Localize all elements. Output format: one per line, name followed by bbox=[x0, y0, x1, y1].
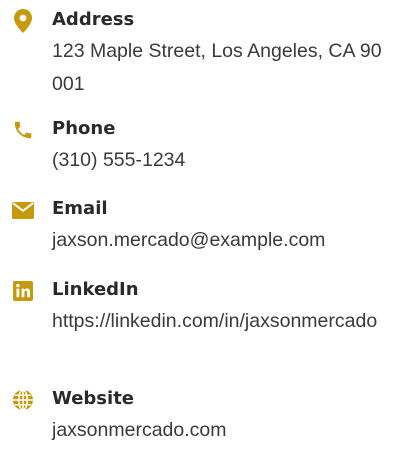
linkedin-label: LinkedIn bbox=[52, 279, 139, 300]
globe-icon bbox=[10, 387, 36, 413]
contact-item-linkedin: LinkedIn https://linkedin.com/in/jaxsonm… bbox=[10, 278, 405, 368]
map-marker-icon bbox=[10, 8, 36, 34]
contact-item-phone: Phone (310) 555-1234 bbox=[10, 117, 405, 177]
website-value[interactable]: jaxsonmercado.com bbox=[52, 414, 392, 447]
contact-item-website: Website jaxsonmercado.com bbox=[10, 387, 405, 447]
address-value: 123 Maple Street, Los Angeles, CA 90001 bbox=[52, 40, 382, 95]
email-value[interactable]: jaxson.mercado@example.com bbox=[52, 224, 392, 257]
contact-item-email: Email jaxson.mercado@example.com bbox=[10, 197, 405, 257]
phone-icon bbox=[10, 117, 36, 143]
contact-item-address: Address 123 Maple Street, Los Angeles, C… bbox=[10, 8, 405, 98]
address-label: Address bbox=[52, 9, 135, 30]
linkedin-icon bbox=[10, 278, 36, 304]
phone-value[interactable]: (310) 555-1234 bbox=[52, 144, 392, 177]
linkedin-value[interactable]: https://linkedin.com/in/jaxsonmercado bbox=[52, 305, 392, 338]
envelope-icon bbox=[10, 197, 36, 223]
website-label: Website bbox=[52, 388, 135, 409]
phone-label: Phone bbox=[52, 118, 116, 139]
email-label: Email bbox=[52, 198, 108, 219]
